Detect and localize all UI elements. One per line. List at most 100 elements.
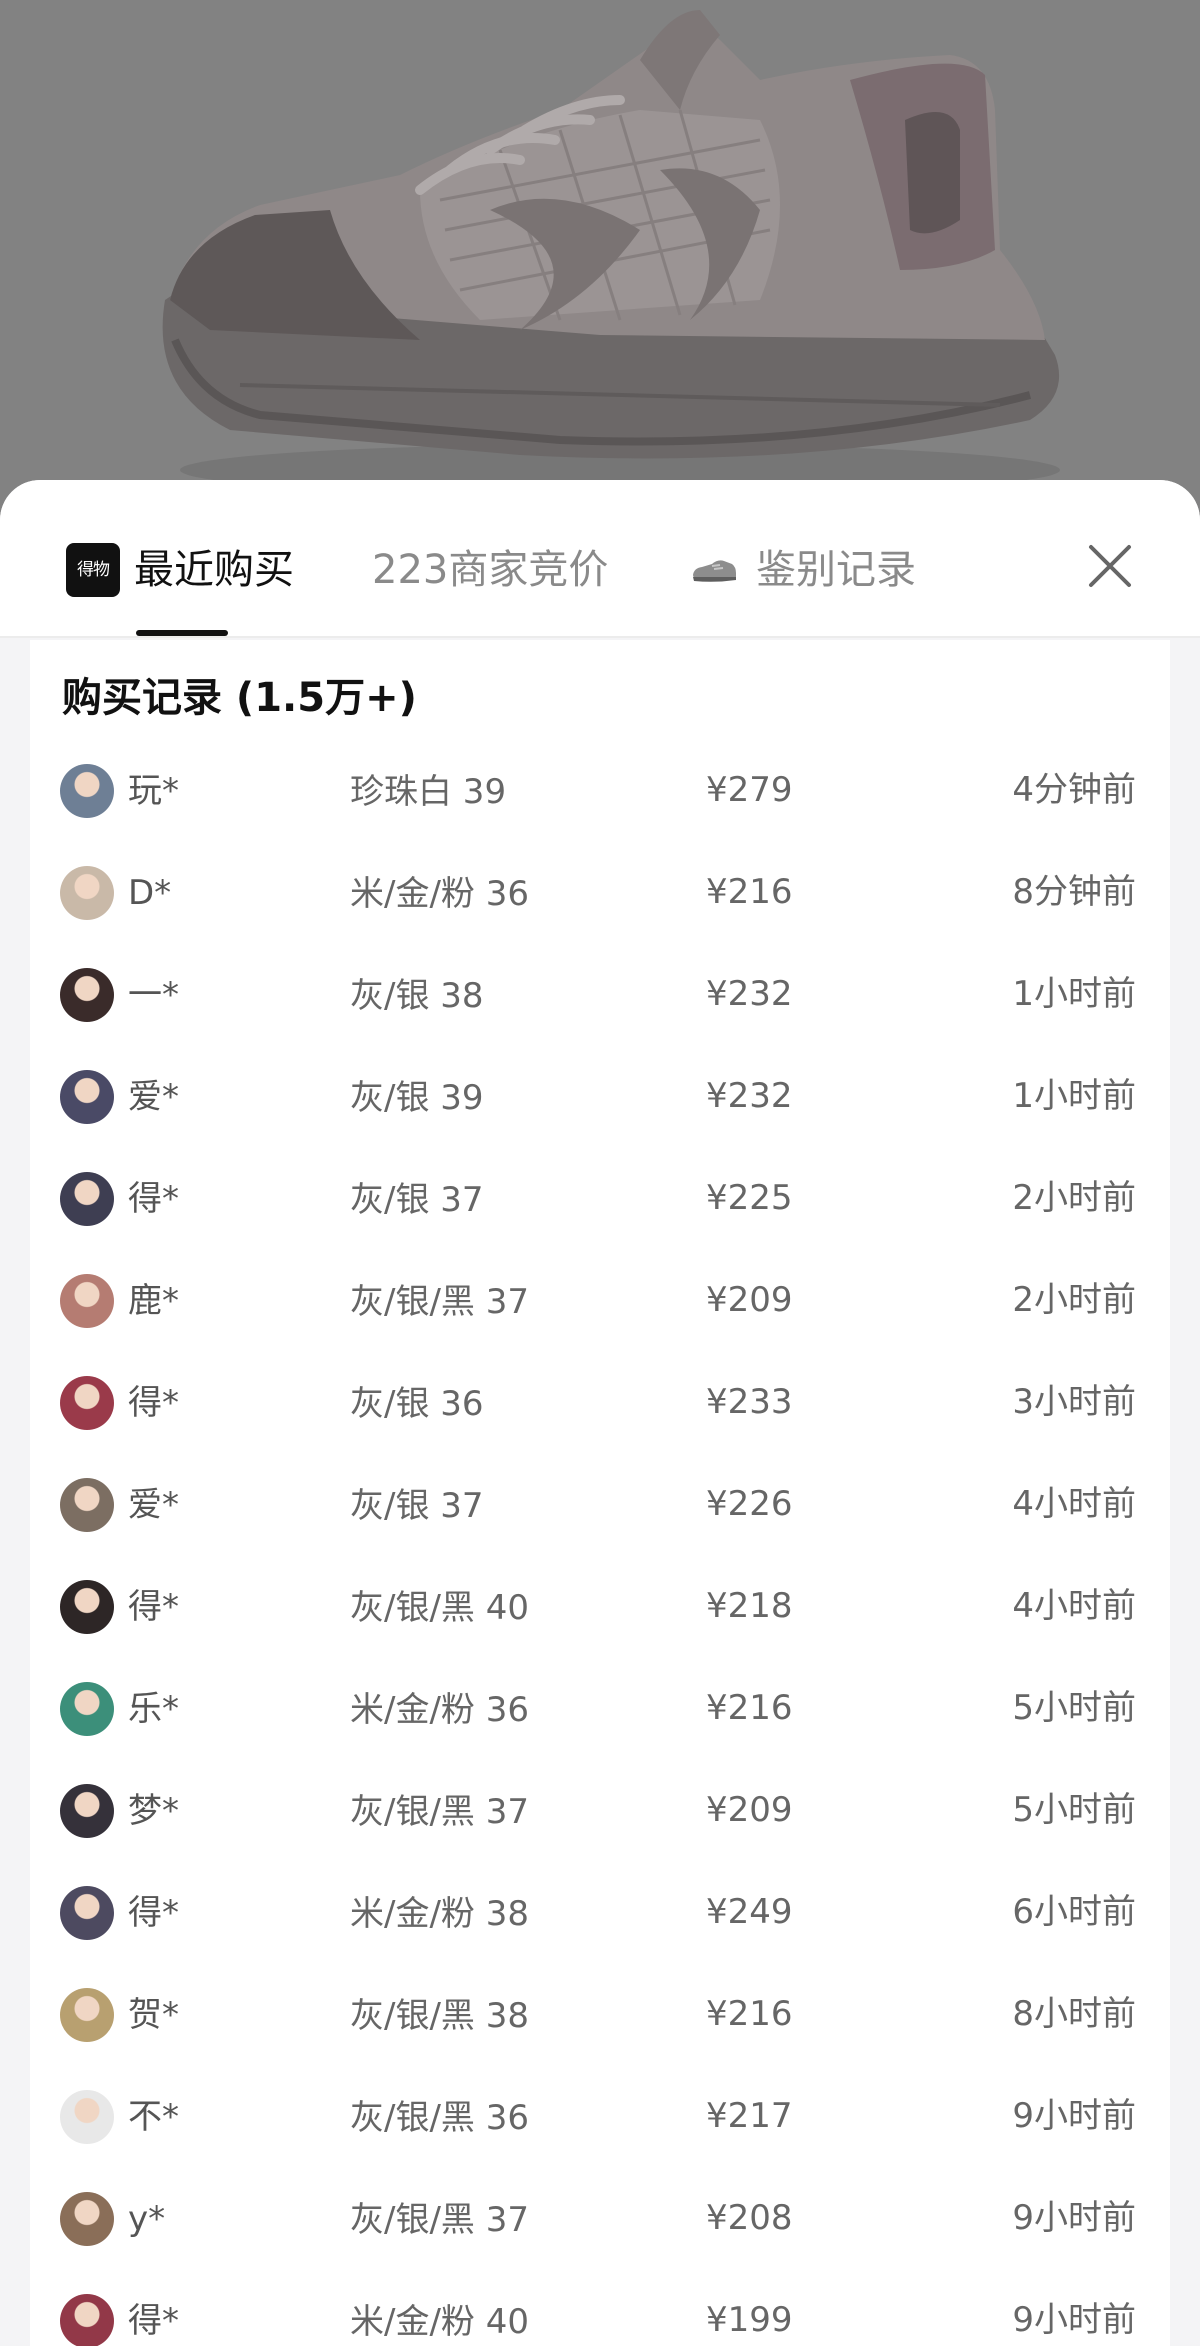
purchase-time: 1小时前 (1012, 1076, 1136, 1116)
purchase-sheet: 得物 最近购买 223商家竞价 鉴别记录 购买记录 (1.5万+) 玩* 珍珠白 … (0, 480, 1200, 2346)
product-spec: 灰/银/黑 37 (350, 1792, 529, 1832)
purchase-time: 4小时前 (1012, 1586, 1136, 1626)
purchase-record-row: 得* 灰/银 37 ¥225 2小时前 (30, 1150, 1170, 1252)
avatar[interactable] (60, 1580, 114, 1634)
avatar[interactable] (60, 1376, 114, 1430)
purchase-price: ¥225 (706, 1178, 793, 1218)
buyer-name: 乐* (128, 1689, 179, 1729)
buyer-name: 得* (128, 1179, 179, 1219)
tab-recent-label: 最近购买 (134, 547, 294, 593)
avatar[interactable] (60, 2090, 114, 2144)
tab-recent-purchases[interactable]: 得物 最近购买 (66, 540, 294, 600)
product-spec: 灰/银 37 (350, 1486, 484, 1526)
purchase-price: ¥216 (706, 1688, 793, 1728)
purchase-time: 9小时前 (1012, 2096, 1136, 2136)
buyer-name: 得* (128, 1383, 179, 1423)
product-spec: 灰/银/黑 37 (350, 1282, 529, 1322)
purchase-record-row: D* 米/金/粉 36 ¥216 8分钟前 (30, 844, 1170, 946)
purchase-record-row: 贺* 灰/银/黑 38 ¥216 8小时前 (30, 1966, 1170, 2068)
purchase-time: 8小时前 (1012, 1994, 1136, 2034)
avatar[interactable] (60, 1478, 114, 1532)
sneaker-icon (693, 560, 736, 582)
product-image (0, 0, 1200, 520)
avatar[interactable] (60, 1274, 114, 1328)
buyer-name: 爱* (128, 1077, 179, 1117)
purchase-price: ¥209 (706, 1280, 793, 1320)
tab-bids-label: 223商家竞价 (372, 547, 609, 593)
records-title: 购买记录 (1.5万+) (62, 675, 417, 721)
purchase-record-row: 乐* 米/金/粉 36 ¥216 5小时前 (30, 1660, 1170, 1762)
buyer-name: 贺* (128, 1995, 179, 2035)
purchase-price: ¥249 (706, 1892, 793, 1932)
purchase-time: 1小时前 (1012, 974, 1136, 1014)
purchase-price: ¥232 (706, 1076, 793, 1116)
purchase-record-row: 得* 灰/银 36 ¥233 3小时前 (30, 1354, 1170, 1456)
avatar[interactable] (60, 1172, 114, 1226)
purchase-record-row: 爱* 灰/银 39 ¥232 1小时前 (30, 1048, 1170, 1150)
product-spec: 灰/银/黑 36 (350, 2098, 529, 2138)
close-button[interactable] (1082, 538, 1138, 594)
dewu-logo-icon: 得物 (66, 543, 120, 597)
avatar[interactable] (60, 866, 114, 920)
product-spec: 米/金/粉 38 (350, 1894, 529, 1934)
purchase-records-card: 购买记录 (1.5万+) 玩* 珍珠白 39 ¥279 4分钟前 D* 米/金/粉 36 ¥… (30, 640, 1170, 2346)
purchase-time: 3小时前 (1012, 1382, 1136, 1422)
product-spec: 灰/银 37 (350, 1180, 484, 1220)
product-spec: 米/金/粉 36 (350, 1690, 529, 1730)
buyer-name: 一* (128, 975, 179, 1015)
purchase-time: 5小时前 (1012, 1790, 1136, 1830)
purchase-record-row: 梦* 灰/银/黑 37 ¥209 5小时前 (30, 1762, 1170, 1864)
purchase-price: ¥233 (706, 1382, 793, 1422)
avatar[interactable] (60, 1886, 114, 1940)
product-spec: 珍珠白 39 (350, 772, 507, 812)
purchase-price: ¥199 (706, 2300, 793, 2340)
avatar[interactable] (60, 1070, 114, 1124)
purchase-time: 8分钟前 (1012, 872, 1136, 912)
purchase-price: ¥279 (706, 770, 793, 810)
buyer-name: 梦* (128, 1791, 179, 1831)
purchase-record-row: 得* 米/金/粉 38 ¥249 6小时前 (30, 1864, 1170, 1966)
purchase-time: 9小时前 (1012, 2300, 1136, 2340)
buyer-name: 不* (128, 2097, 179, 2137)
product-spec: 灰/银/黑 40 (350, 1588, 529, 1628)
product-spec: 灰/银 38 (350, 976, 484, 1016)
purchase-record-row: 得* 灰/银/黑 40 ¥218 4小时前 (30, 1558, 1170, 1660)
avatar[interactable] (60, 1988, 114, 2042)
buyer-name: 得* (128, 1587, 179, 1627)
buyer-name: 爱* (128, 1485, 179, 1525)
purchase-record-row: 鹿* 灰/银/黑 37 ¥209 2小时前 (30, 1252, 1170, 1354)
purchase-price: ¥208 (706, 2198, 793, 2238)
purchase-time: 4小时前 (1012, 1484, 1136, 1524)
tab-merchant-bids[interactable]: 223商家竞价 (372, 540, 608, 600)
sneaker-image (162, 10, 1060, 496)
product-spec: 米/金/粉 40 (350, 2302, 529, 2342)
purchase-price: ¥216 (706, 872, 793, 912)
buyer-name: 得* (128, 2301, 179, 2341)
avatar[interactable] (60, 1784, 114, 1838)
purchase-time: 2小时前 (1012, 1178, 1136, 1218)
purchase-price: ¥218 (706, 1586, 793, 1626)
purchase-price: ¥216 (706, 1994, 793, 2034)
purchase-record-row: y* 灰/银/黑 37 ¥208 9小时前 (30, 2170, 1170, 2272)
purchase-time: 6小时前 (1012, 1892, 1136, 1932)
purchase-record-row: 玩* 珍珠白 39 ¥279 4分钟前 (30, 742, 1170, 844)
purchase-record-row: 不* 灰/银/黑 36 ¥217 9小时前 (30, 2068, 1170, 2170)
purchase-record-row: 得* 米/金/粉 40 ¥199 9小时前 (30, 2272, 1170, 2346)
tab-authentication-records[interactable]: 鉴别记录 (690, 540, 916, 600)
active-tab-indicator (136, 630, 228, 636)
buyer-name: y* (128, 2199, 166, 2239)
purchase-price: ¥232 (706, 974, 793, 1014)
buyer-name: 得* (128, 1893, 179, 1933)
purchase-price: ¥209 (706, 1790, 793, 1830)
avatar[interactable] (60, 2192, 114, 2246)
purchase-time: 2小时前 (1012, 1280, 1136, 1320)
avatar[interactable] (60, 968, 114, 1022)
tab-bar: 得物 最近购买 223商家竞价 鉴别记录 (0, 480, 1200, 638)
avatar[interactable] (60, 1682, 114, 1736)
avatar[interactable] (60, 2294, 114, 2346)
product-spec: 米/金/粉 36 (350, 874, 529, 914)
product-spec: 灰/银/黑 37 (350, 2200, 529, 2240)
avatar[interactable] (60, 764, 114, 818)
purchase-price: ¥226 (706, 1484, 793, 1524)
product-spec: 灰/银 39 (350, 1078, 484, 1118)
